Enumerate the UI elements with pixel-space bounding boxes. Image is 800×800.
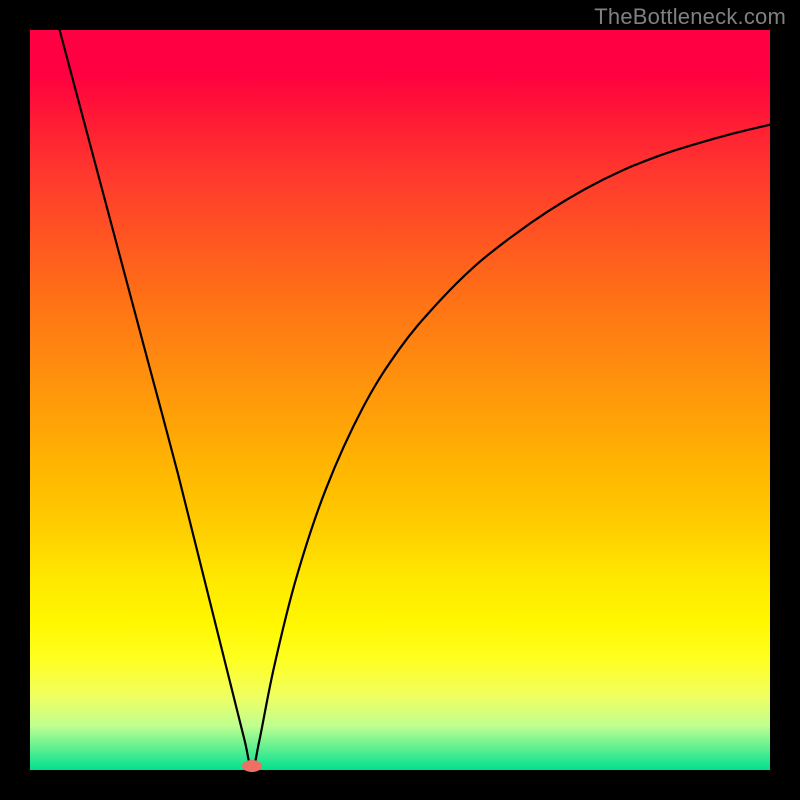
min-marker-icon (242, 760, 262, 772)
bottleneck-curve (60, 30, 770, 770)
watermark-text: TheBottleneck.com (594, 4, 786, 30)
plot-area (30, 30, 770, 770)
chart-frame: TheBottleneck.com (0, 0, 800, 800)
curve-svg (30, 30, 770, 770)
